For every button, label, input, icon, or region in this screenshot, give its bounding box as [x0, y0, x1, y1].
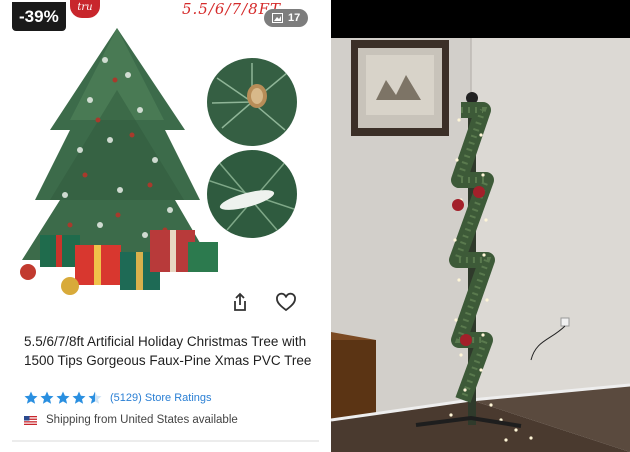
rating-row[interactable]: (5129) Store Ratings: [24, 391, 212, 405]
photo-count-value: 17: [288, 12, 301, 24]
star-icon: [40, 391, 54, 404]
detail-image-snow-branch[interactable]: [207, 150, 297, 238]
store-ratings-link[interactable]: (5129) Store Ratings: [110, 392, 212, 404]
brand-logo: tru: [70, 0, 100, 18]
share-button[interactable]: [224, 287, 256, 319]
shipping-text: Shipping from United States available: [46, 414, 238, 426]
star-icon: [56, 391, 70, 404]
christmas-tree-image: [20, 28, 218, 295]
us-flag-icon: [24, 415, 37, 425]
star-half-icon: [88, 391, 102, 404]
divider: [12, 440, 319, 442]
image-icon: [272, 13, 283, 23]
pole-tree-photo: [331, 0, 630, 452]
room-photo[interactable]: [331, 0, 630, 452]
heart-icon: [276, 292, 296, 312]
photo-count-badge[interactable]: 17: [264, 9, 309, 27]
product-title[interactable]: 5.5/6/7/8ft Artificial Holiday Christmas…: [24, 332, 314, 370]
star-icon: [24, 391, 38, 404]
detail-image-pinecone[interactable]: [207, 58, 297, 146]
star-icon: [72, 391, 86, 404]
product-image[interactable]: -39% tru 5.5/6/7/8FT 17: [0, 0, 326, 320]
favorite-button[interactable]: [270, 287, 302, 319]
shipping-info: Shipping from United States available: [24, 414, 238, 426]
snow-branch-detail: [207, 150, 297, 238]
product-panel: -39% tru 5.5/6/7/8FT 17 5.5/6/7/8ft Arti…: [0, 0, 326, 452]
discount-badge: -39%: [12, 2, 66, 31]
share-icon: [234, 292, 246, 311]
pinecone-detail: [207, 58, 297, 146]
